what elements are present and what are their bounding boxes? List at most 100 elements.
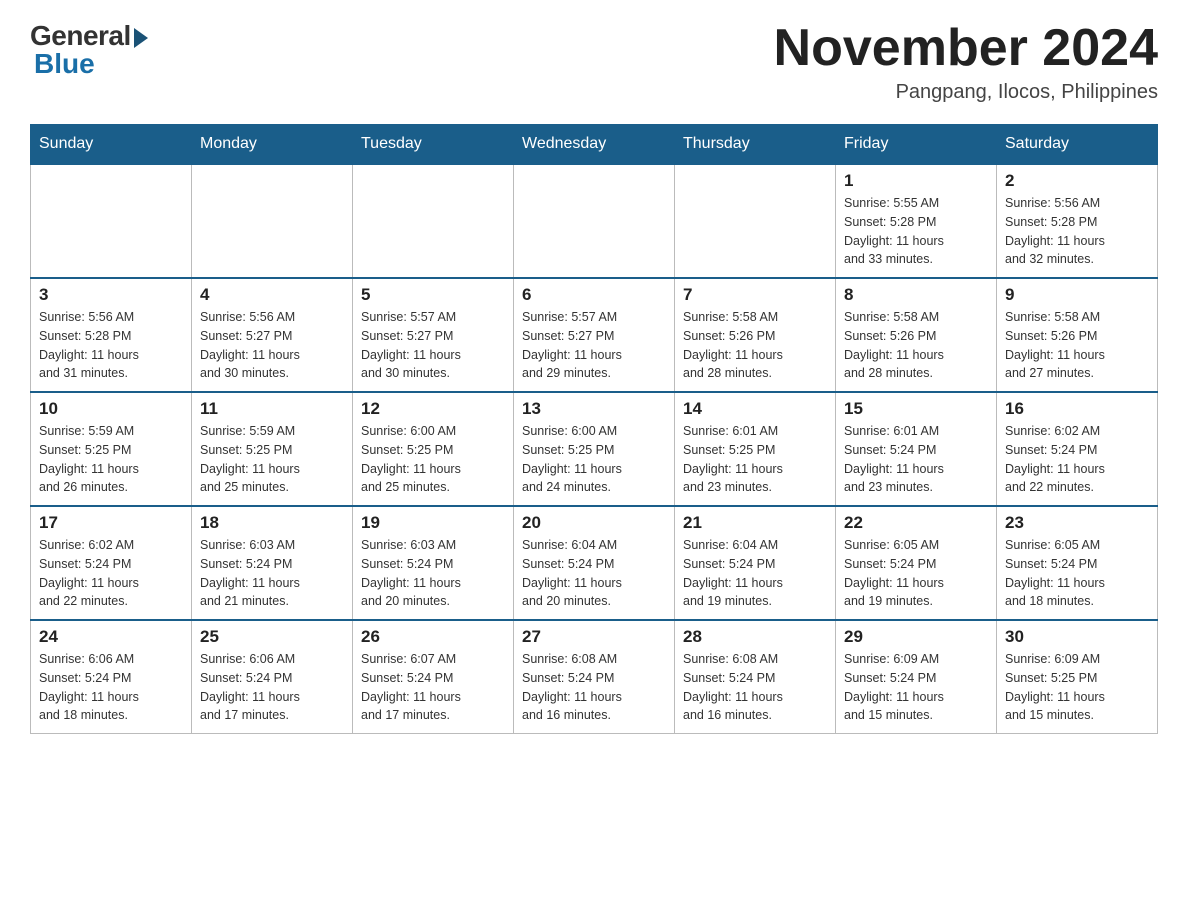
weekday-header-friday: Friday (836, 125, 997, 165)
day-info: Sunrise: 5:58 AM Sunset: 5:26 PM Dayligh… (1005, 308, 1149, 383)
calendar-cell: 13 Sunrise: 6:00 AM Sunset: 5:25 PM Dayli… (514, 392, 675, 506)
day-number: 25 (200, 627, 344, 647)
calendar-cell: 4 Sunrise: 5:56 AM Sunset: 5:27 PM Daylig… (192, 278, 353, 392)
day-info: Sunrise: 5:55 AM Sunset: 5:28 PM Dayligh… (844, 194, 988, 269)
weekday-header-wednesday: Wednesday (514, 125, 675, 165)
day-number: 14 (683, 399, 827, 419)
day-info: Sunrise: 6:04 AM Sunset: 5:24 PM Dayligh… (522, 536, 666, 611)
day-info: Sunrise: 5:57 AM Sunset: 5:27 PM Dayligh… (361, 308, 505, 383)
day-number: 21 (683, 513, 827, 533)
day-number: 24 (39, 627, 183, 647)
logo-blue-text: Blue (34, 48, 95, 80)
day-number: 26 (361, 627, 505, 647)
week-row-2: 3 Sunrise: 5:56 AM Sunset: 5:28 PM Daylig… (31, 278, 1158, 392)
day-info: Sunrise: 6:07 AM Sunset: 5:24 PM Dayligh… (361, 650, 505, 725)
day-number: 17 (39, 513, 183, 533)
logo: General Blue (30, 20, 148, 80)
calendar-cell: 29Sunrise: 6:09 AM Sunset: 5:24 PM Dayli… (836, 620, 997, 734)
day-info: Sunrise: 6:04 AM Sunset: 5:24 PM Dayligh… (683, 536, 827, 611)
week-row-4: 17 Sunrise: 6:02 AM Sunset: 5:24 PM Dayli… (31, 506, 1158, 620)
calendar-table: SundayMondayTuesdayWednesdayThursdayFrid… (30, 124, 1158, 734)
day-number: 22 (844, 513, 988, 533)
calendar-cell: 30 Sunrise: 6:09 AM Sunset: 5:25 PM Dayli… (997, 620, 1158, 734)
day-info: Sunrise: 6:00 AM Sunset: 5:25 PM Dayligh… (361, 422, 505, 497)
calendar-cell: 8Sunrise: 5:58 AM Sunset: 5:26 PM Daylig… (836, 278, 997, 392)
day-info: Sunrise: 5:56 AM Sunset: 5:28 PM Dayligh… (39, 308, 183, 383)
week-row-1: 1 Sunrise: 5:55 AM Sunset: 5:28 PM Daylig… (31, 164, 1158, 278)
calendar-cell: 6Sunrise: 5:57 AM Sunset: 5:27 PM Daylig… (514, 278, 675, 392)
day-info: Sunrise: 6:01 AM Sunset: 5:24 PM Dayligh… (844, 422, 988, 497)
day-number: 15 (844, 399, 988, 419)
calendar-cell: 25 Sunrise: 6:06 AM Sunset: 5:24 PM Dayli… (192, 620, 353, 734)
title-block: November 2024 Pangpang, Ilocos, Philippi… (774, 20, 1158, 104)
day-number: 28 (683, 627, 827, 647)
day-info: Sunrise: 6:09 AM Sunset: 5:24 PM Dayligh… (844, 650, 988, 725)
day-info: Sunrise: 6:08 AM Sunset: 5:24 PM Dayligh… (522, 650, 666, 725)
calendar-cell: 17 Sunrise: 6:02 AM Sunset: 5:24 PM Dayli… (31, 506, 192, 620)
calendar-cell: 10 Sunrise: 5:59 AM Sunset: 5:25 PM Dayli… (31, 392, 192, 506)
day-number: 1 (844, 171, 988, 191)
day-number: 20 (522, 513, 666, 533)
day-number: 11 (200, 399, 344, 419)
day-number: 10 (39, 399, 183, 419)
calendar-cell: 12 Sunrise: 6:00 AM Sunset: 5:25 PM Dayli… (353, 392, 514, 506)
calendar-cell: 18 Sunrise: 6:03 AM Sunset: 5:24 PM Dayli… (192, 506, 353, 620)
day-info: Sunrise: 6:05 AM Sunset: 5:24 PM Dayligh… (844, 536, 988, 611)
weekday-header-tuesday: Tuesday (353, 125, 514, 165)
logo-triangle-icon (134, 28, 148, 48)
location-subtitle: Pangpang, Ilocos, Philippines (774, 81, 1158, 104)
day-number: 30 (1005, 627, 1149, 647)
day-number: 5 (361, 285, 505, 305)
day-info: Sunrise: 6:03 AM Sunset: 5:24 PM Dayligh… (200, 536, 344, 611)
calendar-cell: 28 Sunrise: 6:08 AM Sunset: 5:24 PM Dayli… (675, 620, 836, 734)
weekday-header-thursday: Thursday (675, 125, 836, 165)
calendar-cell: 27Sunrise: 6:08 AM Sunset: 5:24 PM Dayli… (514, 620, 675, 734)
calendar-cell: 22 Sunrise: 6:05 AM Sunset: 5:24 PM Dayli… (836, 506, 997, 620)
weekday-header-monday: Monday (192, 125, 353, 165)
page-header: General Blue November 2024 Pangpang, Ilo… (30, 20, 1158, 104)
day-info: Sunrise: 6:02 AM Sunset: 5:24 PM Dayligh… (39, 536, 183, 611)
weekday-header-saturday: Saturday (997, 125, 1158, 165)
day-number: 4 (200, 285, 344, 305)
calendar-cell: 26 Sunrise: 6:07 AM Sunset: 5:24 PM Dayli… (353, 620, 514, 734)
calendar-cell (192, 164, 353, 278)
day-number: 9 (1005, 285, 1149, 305)
calendar-cell: 3 Sunrise: 5:56 AM Sunset: 5:28 PM Daylig… (31, 278, 192, 392)
calendar-cell: 2Sunrise: 5:56 AM Sunset: 5:28 PM Daylig… (997, 164, 1158, 278)
calendar-cell: 1 Sunrise: 5:55 AM Sunset: 5:28 PM Daylig… (836, 164, 997, 278)
day-info: Sunrise: 6:00 AM Sunset: 5:25 PM Dayligh… (522, 422, 666, 497)
weekday-header-row: SundayMondayTuesdayWednesdayThursdayFrid… (31, 125, 1158, 165)
calendar-cell (353, 164, 514, 278)
day-number: 12 (361, 399, 505, 419)
calendar-cell: 20 Sunrise: 6:04 AM Sunset: 5:24 PM Dayli… (514, 506, 675, 620)
calendar-cell: 5 Sunrise: 5:57 AM Sunset: 5:27 PM Daylig… (353, 278, 514, 392)
day-info: Sunrise: 5:59 AM Sunset: 5:25 PM Dayligh… (39, 422, 183, 497)
calendar-cell: 14 Sunrise: 6:01 AM Sunset: 5:25 PM Dayli… (675, 392, 836, 506)
day-number: 3 (39, 285, 183, 305)
day-info: Sunrise: 6:09 AM Sunset: 5:25 PM Dayligh… (1005, 650, 1149, 725)
calendar-cell: 23Sunrise: 6:05 AM Sunset: 5:24 PM Dayli… (997, 506, 1158, 620)
week-row-5: 24 Sunrise: 6:06 AM Sunset: 5:24 PM Dayli… (31, 620, 1158, 734)
calendar-cell: 9 Sunrise: 5:58 AM Sunset: 5:26 PM Daylig… (997, 278, 1158, 392)
day-info: Sunrise: 6:03 AM Sunset: 5:24 PM Dayligh… (361, 536, 505, 611)
day-number: 13 (522, 399, 666, 419)
day-info: Sunrise: 6:08 AM Sunset: 5:24 PM Dayligh… (683, 650, 827, 725)
day-info: Sunrise: 6:06 AM Sunset: 5:24 PM Dayligh… (200, 650, 344, 725)
day-number: 7 (683, 285, 827, 305)
day-number: 16 (1005, 399, 1149, 419)
calendar-cell: 21 Sunrise: 6:04 AM Sunset: 5:24 PM Dayli… (675, 506, 836, 620)
day-info: Sunrise: 6:06 AM Sunset: 5:24 PM Dayligh… (39, 650, 183, 725)
day-info: Sunrise: 6:02 AM Sunset: 5:24 PM Dayligh… (1005, 422, 1149, 497)
day-number: 18 (200, 513, 344, 533)
calendar-cell: 16 Sunrise: 6:02 AM Sunset: 5:24 PM Dayli… (997, 392, 1158, 506)
day-info: Sunrise: 6:01 AM Sunset: 5:25 PM Dayligh… (683, 422, 827, 497)
weekday-header-sunday: Sunday (31, 125, 192, 165)
calendar-cell: 15 Sunrise: 6:01 AM Sunset: 5:24 PM Dayli… (836, 392, 997, 506)
day-number: 19 (361, 513, 505, 533)
day-info: Sunrise: 5:59 AM Sunset: 5:25 PM Dayligh… (200, 422, 344, 497)
calendar-cell: 19 Sunrise: 6:03 AM Sunset: 5:24 PM Dayli… (353, 506, 514, 620)
day-info: Sunrise: 5:56 AM Sunset: 5:27 PM Dayligh… (200, 308, 344, 383)
calendar-cell (514, 164, 675, 278)
calendar-cell: 24 Sunrise: 6:06 AM Sunset: 5:24 PM Dayli… (31, 620, 192, 734)
day-number: 6 (522, 285, 666, 305)
